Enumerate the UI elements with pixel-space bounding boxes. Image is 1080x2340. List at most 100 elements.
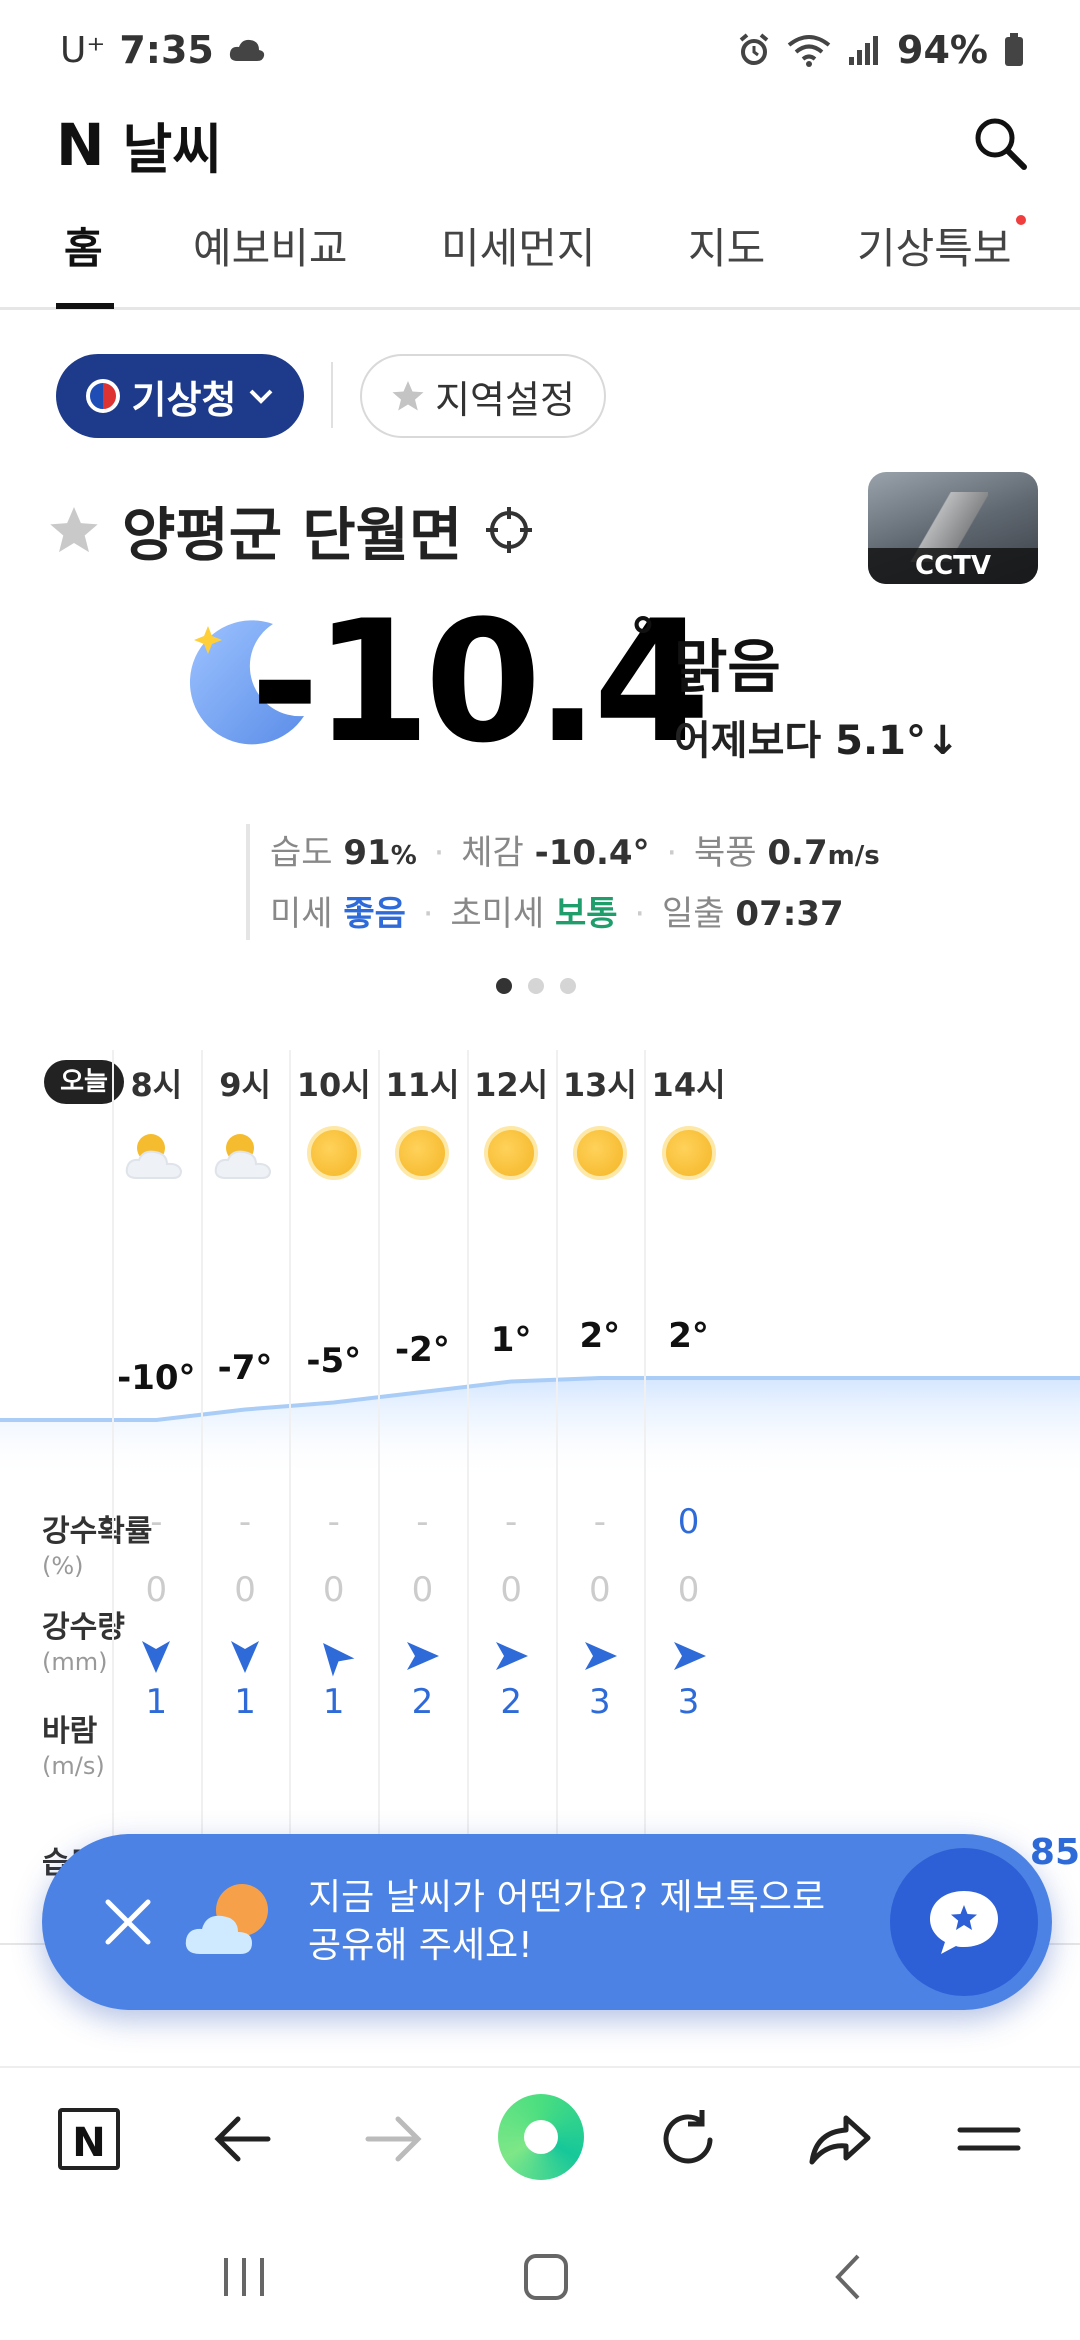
partly-cloudy-icon: [210, 1126, 280, 1186]
hour-label: 13시: [562, 1066, 637, 1104]
green-dot-button[interactable]: [498, 2094, 584, 2180]
sun-icon: [565, 1126, 635, 1186]
wind-direction-icon: [106, 1636, 206, 1685]
tab-fine-dust[interactable]: 미세먼지: [441, 215, 596, 276]
hour-temperature: 1°: [490, 1319, 532, 1360]
wind-direction-icon: [550, 1636, 650, 1685]
search-icon[interactable]: [970, 113, 1030, 173]
star-icon: [392, 381, 424, 411]
precip-prob-cell: -: [416, 1502, 429, 1542]
location-row: 양평군 단월면: [48, 488, 534, 572]
sun-icon: [299, 1126, 369, 1186]
wind-row-title: 바람: [42, 1714, 98, 1749]
humidity-label: 습도: [270, 833, 333, 873]
refresh-icon[interactable]: [654, 2104, 724, 2174]
new-badge-dot: [1015, 215, 1026, 225]
hour-label: 12시: [474, 1066, 549, 1104]
tab-weather-alert[interactable]: 기상특보: [857, 215, 1026, 276]
active-tab-indicator: [56, 303, 114, 309]
hour-temperature: -7°: [217, 1347, 273, 1388]
hour-label: 10시: [296, 1066, 371, 1104]
wind-speed-cell: 2: [500, 1682, 522, 1722]
report-banner[interactable]: 지금 날씨가 어떤가요? 제보톡으로 공유해 주세요!: [42, 1834, 1052, 2010]
hour-label: 11시: [385, 1066, 460, 1104]
app-logo[interactable]: N 날씨: [56, 105, 222, 184]
feels-label: 체감: [461, 833, 524, 873]
wind-speed-cell: 2: [411, 1682, 434, 1722]
feels-value: -10.4°: [534, 833, 650, 873]
back-nav-icon[interactable]: [820, 2252, 880, 2302]
chat-star-icon: [930, 1891, 998, 1954]
report-talk-button[interactable]: [890, 1848, 1038, 1996]
sun-cloud-icon: [185, 1884, 268, 1954]
precip-prob-cell: -: [150, 1502, 163, 1542]
current-location-icon[interactable]: [484, 505, 534, 555]
nav-tabs: 홈 예보비교 미세먼지 지도 기상특보: [0, 205, 1080, 310]
separator: ·: [666, 833, 678, 873]
menu-icon[interactable]: [954, 2104, 1024, 2174]
carousel-pager[interactable]: [496, 978, 576, 994]
source-selector-button[interactable]: 기상청: [56, 354, 304, 438]
cctv-label: CCTV: [868, 548, 1038, 584]
sun-icon: [387, 1126, 457, 1186]
current-condition: 맑음: [674, 633, 781, 701]
wind-direction-icon: [461, 1636, 561, 1685]
location-name[interactable]: 양평군 단월면: [122, 488, 462, 572]
fine-dust-value: 보통: [555, 894, 618, 934]
close-icon[interactable]: [96, 1890, 160, 1954]
pager-dot: [528, 978, 544, 994]
home-nav-icon[interactable]: [516, 2252, 576, 2302]
precip-prob-cell: -: [238, 1502, 252, 1542]
wind-value: 0.7: [767, 833, 828, 873]
hour-label: 8시: [130, 1066, 183, 1104]
precip-prob-cell: -: [327, 1502, 340, 1542]
wind-speed-cell: 3: [589, 1682, 611, 1722]
battery-percent: 94%: [897, 28, 988, 72]
wifi-icon: [787, 35, 831, 67]
detail-row-2: 미세 좋음 · 초미세 보통 · 일출 07:37: [270, 885, 946, 943]
sun-icon: [654, 1126, 724, 1186]
hour-column-divider: [466, 1050, 469, 1950]
separator: ·: [422, 894, 434, 934]
tab-forecast-compare[interactable]: 예보비교: [193, 215, 348, 276]
wind-direction-icon: [372, 1636, 472, 1685]
share-icon[interactable]: [804, 2104, 874, 2174]
precip-amt-cell: 0: [411, 1570, 434, 1610]
naver-home-button[interactable]: N: [58, 2108, 120, 2170]
hour-column-divider: [644, 1050, 647, 1950]
wind-direction-icon: [639, 1636, 739, 1685]
pager-dot-active: [496, 978, 512, 994]
chevron-down-icon: [250, 389, 273, 404]
hour-temperature: -2°: [395, 1330, 450, 1370]
app-header: N 날씨: [0, 105, 1080, 185]
hour-column-divider: [378, 1050, 381, 1950]
dust-value: 좋음: [343, 894, 406, 934]
system-nav-bar: [0, 2206, 1080, 2340]
battery-icon: [1005, 33, 1023, 66]
cctv-thumbnail[interactable]: CCTV: [868, 472, 1038, 584]
favorite-star-icon[interactable]: [48, 504, 100, 556]
wind-label: 북풍: [694, 833, 757, 873]
back-arrow-icon[interactable]: [208, 2104, 278, 2174]
region-setting-button[interactable]: 지역설정: [360, 354, 606, 438]
precip-amt-cell: 0: [145, 1570, 168, 1610]
alarm-icon: [739, 33, 769, 65]
hour-label: 14시: [651, 1066, 726, 1104]
precip-amt-cell: 0: [500, 1570, 522, 1610]
tab-map[interactable]: 지도: [688, 215, 765, 276]
wind-direction-icon: [284, 1636, 384, 1685]
wind-speed-cell: 1: [145, 1682, 168, 1722]
recent-apps-icon[interactable]: [214, 2252, 274, 2302]
hour-temperature: -10°: [117, 1358, 196, 1398]
hourly-forecast[interactable]: 오늘 강수확률 (%) 강수량 (mm) 바람 (m/s) 습도 85 8시-1…: [0, 1050, 1080, 1950]
tab-home[interactable]: 홈: [64, 215, 103, 276]
clock: 7:35: [119, 28, 214, 72]
forward-arrow-icon[interactable]: [358, 2104, 428, 2174]
precip-prob-cell: 0: [677, 1502, 700, 1542]
app-title: 날씨: [122, 118, 222, 181]
hour-column-divider: [555, 1050, 558, 1950]
detail-row-1: 습도 91% · 체감 -10.4° · 북풍 0.7m/s: [270, 824, 946, 885]
wind-speed-cell: 1: [322, 1682, 345, 1722]
sunrise-label: 일출: [662, 894, 725, 934]
compare-yesterday: 어제보다 5.1°↓: [674, 718, 960, 764]
